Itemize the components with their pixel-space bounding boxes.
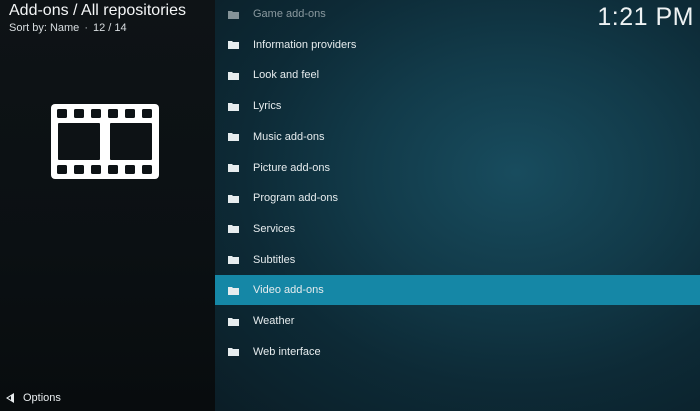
folder-icon <box>228 317 239 326</box>
kodi-addon-browser: Add-ons / All repositories Sort by: Name… <box>0 0 700 411</box>
page-title: Add-ons / All repositories <box>9 2 186 19</box>
list-item-label: Information providers <box>253 38 357 51</box>
list-item-label: Game add-ons <box>253 8 326 20</box>
header: Add-ons / All repositories Sort by: Name… <box>9 2 219 35</box>
list-item-label: Video add-ons <box>253 284 324 297</box>
folder-icon <box>228 133 239 142</box>
options-label: Options <box>23 392 61 404</box>
list-item-label: Services <box>253 222 296 235</box>
folder-icon <box>228 71 239 80</box>
list-item-label: Music add-ons <box>253 130 325 143</box>
list-item-label: Web interface <box>253 345 321 358</box>
options-button[interactable]: Options <box>4 389 61 407</box>
list-item[interactable]: Video add-ons <box>215 275 700 306</box>
folder-icon <box>228 41 239 50</box>
list-item[interactable]: Information providers <box>215 30 700 60</box>
options-arrow-icon <box>6 393 14 403</box>
clock: 1:21 PM <box>597 3 694 31</box>
sort-label: Sort by: Name <box>9 22 80 34</box>
list-item-label: Lyrics <box>253 100 282 113</box>
folder-icon <box>228 348 239 357</box>
list-item[interactable]: Program add-ons <box>215 183 700 213</box>
folder-icon <box>228 10 239 19</box>
list-item-label: Weather <box>253 315 295 327</box>
folder-icon <box>228 102 239 111</box>
header-separator: · <box>84 22 88 34</box>
list-item[interactable]: Music add-ons <box>215 122 700 152</box>
list-item[interactable]: Picture add-ons <box>215 153 700 183</box>
list-item[interactable]: Subtitles <box>215 245 700 275</box>
list-item-label: Subtitles <box>253 253 296 266</box>
item-position: 12 / 14 <box>92 22 127 34</box>
list-item[interactable]: Web interface <box>215 337 700 367</box>
folder-icon <box>228 164 239 172</box>
folder-icon <box>228 225 239 234</box>
addon-category-list-panel: Game add-ons Information providers Look an… <box>215 0 700 411</box>
list-item[interactable]: Lyrics <box>215 91 700 121</box>
list-item-label: Program add-ons <box>253 192 338 205</box>
header-subtitle: Sort by: Name · 12 / 14 <box>9 21 219 35</box>
folder-icon <box>228 256 239 265</box>
film-strip-icon <box>51 104 159 179</box>
list-item[interactable]: Services <box>215 214 700 244</box>
list-item-label: Picture add-ons <box>253 161 331 174</box>
folder-icon <box>228 194 239 203</box>
list-item-label: Look and feel <box>253 69 320 82</box>
folder-icon <box>228 286 239 295</box>
list-item[interactable]: Weather <box>215 306 700 336</box>
list-item[interactable]: Look and feel <box>215 60 700 90</box>
info-panel: Add-ons / All repositories Sort by: Name… <box>0 0 215 411</box>
